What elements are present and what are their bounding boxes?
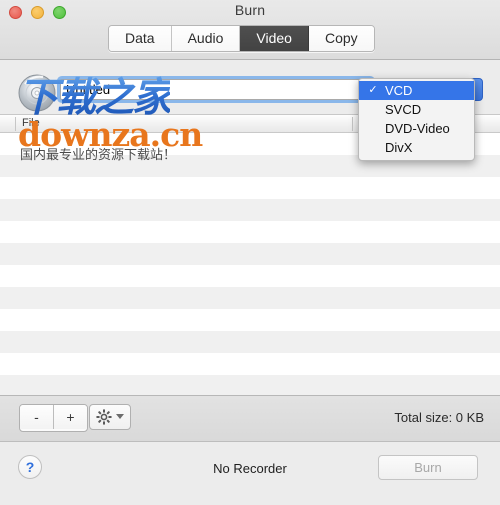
tab-video[interactable]: Video [240,26,309,51]
menu-item-dvd-video[interactable]: DVD-Video [359,119,474,138]
table-row[interactable] [0,375,500,395]
table-row[interactable] [0,265,500,287]
menu-item-label: SVCD [385,102,422,117]
compact-disc-icon [18,74,56,112]
disc-name-input[interactable] [60,79,372,100]
table-body[interactable] [0,133,500,395]
table-row[interactable] [0,221,500,243]
tab-copy[interactable]: Copy [308,26,374,51]
list-toolbar: - + Total size: 0 KB [0,396,500,442]
add-remove-group: - + [19,404,88,432]
table-row[interactable] [0,287,500,309]
add-file-button[interactable]: + [54,405,87,429]
format-dropdown-menu[interactable]: ✓ VCD SVCD DVD-Video DivX [358,78,475,161]
table-row[interactable] [0,309,500,331]
chevron-down-icon [116,414,124,419]
table-row[interactable] [0,177,500,199]
table-row[interactable] [0,331,500,353]
burn-button[interactable]: Burn [378,455,478,480]
menu-item-vcd[interactable]: ✓ VCD [359,81,474,100]
burn-app-window: Burn Data Audio Video Copy Untitled File… [0,0,500,505]
tab-data[interactable]: Data [109,26,172,51]
table-row[interactable] [0,353,500,375]
checkmark-icon: ✓ [368,84,378,96]
mode-segmented-control[interactable]: Data Audio Video Copy [108,25,375,52]
tab-audio[interactable]: Audio [171,26,241,51]
table-row[interactable] [0,243,500,265]
total-size-label: Total size: 0 KB [394,410,484,425]
menu-item-label: DivX [385,140,413,155]
menu-item-label: DVD-Video [385,121,450,136]
title-bar: Burn Data Audio Video Copy [0,0,500,60]
menu-item-svcd[interactable]: SVCD [359,100,474,119]
remove-file-button[interactable]: - [20,405,54,429]
column-header-file[interactable]: File [16,115,352,132]
table-row[interactable] [0,199,500,221]
menu-item-label: VCD [385,83,413,98]
window-title: Burn [234,2,266,18]
settings-menu-button[interactable] [89,404,131,430]
menu-item-divx[interactable]: DivX [359,138,474,157]
gear-icon [96,409,112,425]
